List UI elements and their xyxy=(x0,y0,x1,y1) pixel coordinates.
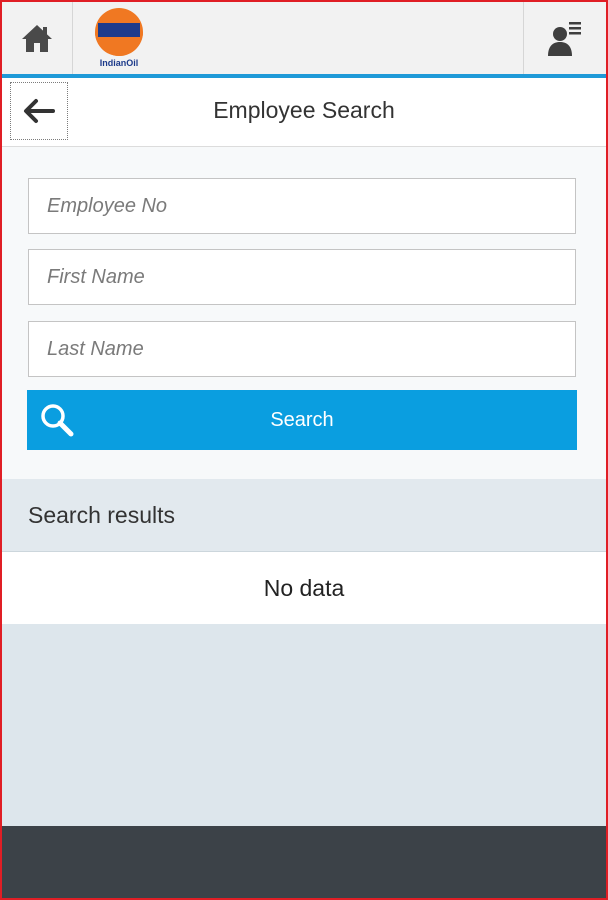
home-button[interactable] xyxy=(2,2,73,74)
search-button-label: Search xyxy=(270,409,334,431)
search-button[interactable]: Search xyxy=(27,390,577,450)
logo-text: IndianOil xyxy=(99,58,139,68)
home-icon xyxy=(22,25,52,52)
app-frame: IndianOil Employee Search Employee No Fi… xyxy=(0,0,608,900)
last-name-input[interactable] xyxy=(28,321,576,377)
page-header: Employee Search xyxy=(2,78,606,147)
search-form: Search xyxy=(2,147,606,479)
arrow-left-icon xyxy=(24,99,55,123)
no-data-message: No data xyxy=(2,552,606,624)
top-bar: IndianOil xyxy=(2,2,606,78)
results-title: Search results xyxy=(28,502,176,528)
results-header: Search results xyxy=(2,479,606,552)
indianoil-logo: IndianOil xyxy=(90,6,148,70)
page-title: Employee Search xyxy=(213,97,395,123)
first-name-input[interactable] xyxy=(28,249,576,305)
user-menu-icon xyxy=(548,22,581,56)
back-button[interactable] xyxy=(10,82,68,140)
footer-bar xyxy=(2,826,606,898)
employee-no-input[interactable] xyxy=(28,178,576,234)
user-menu-button[interactable] xyxy=(523,2,606,74)
